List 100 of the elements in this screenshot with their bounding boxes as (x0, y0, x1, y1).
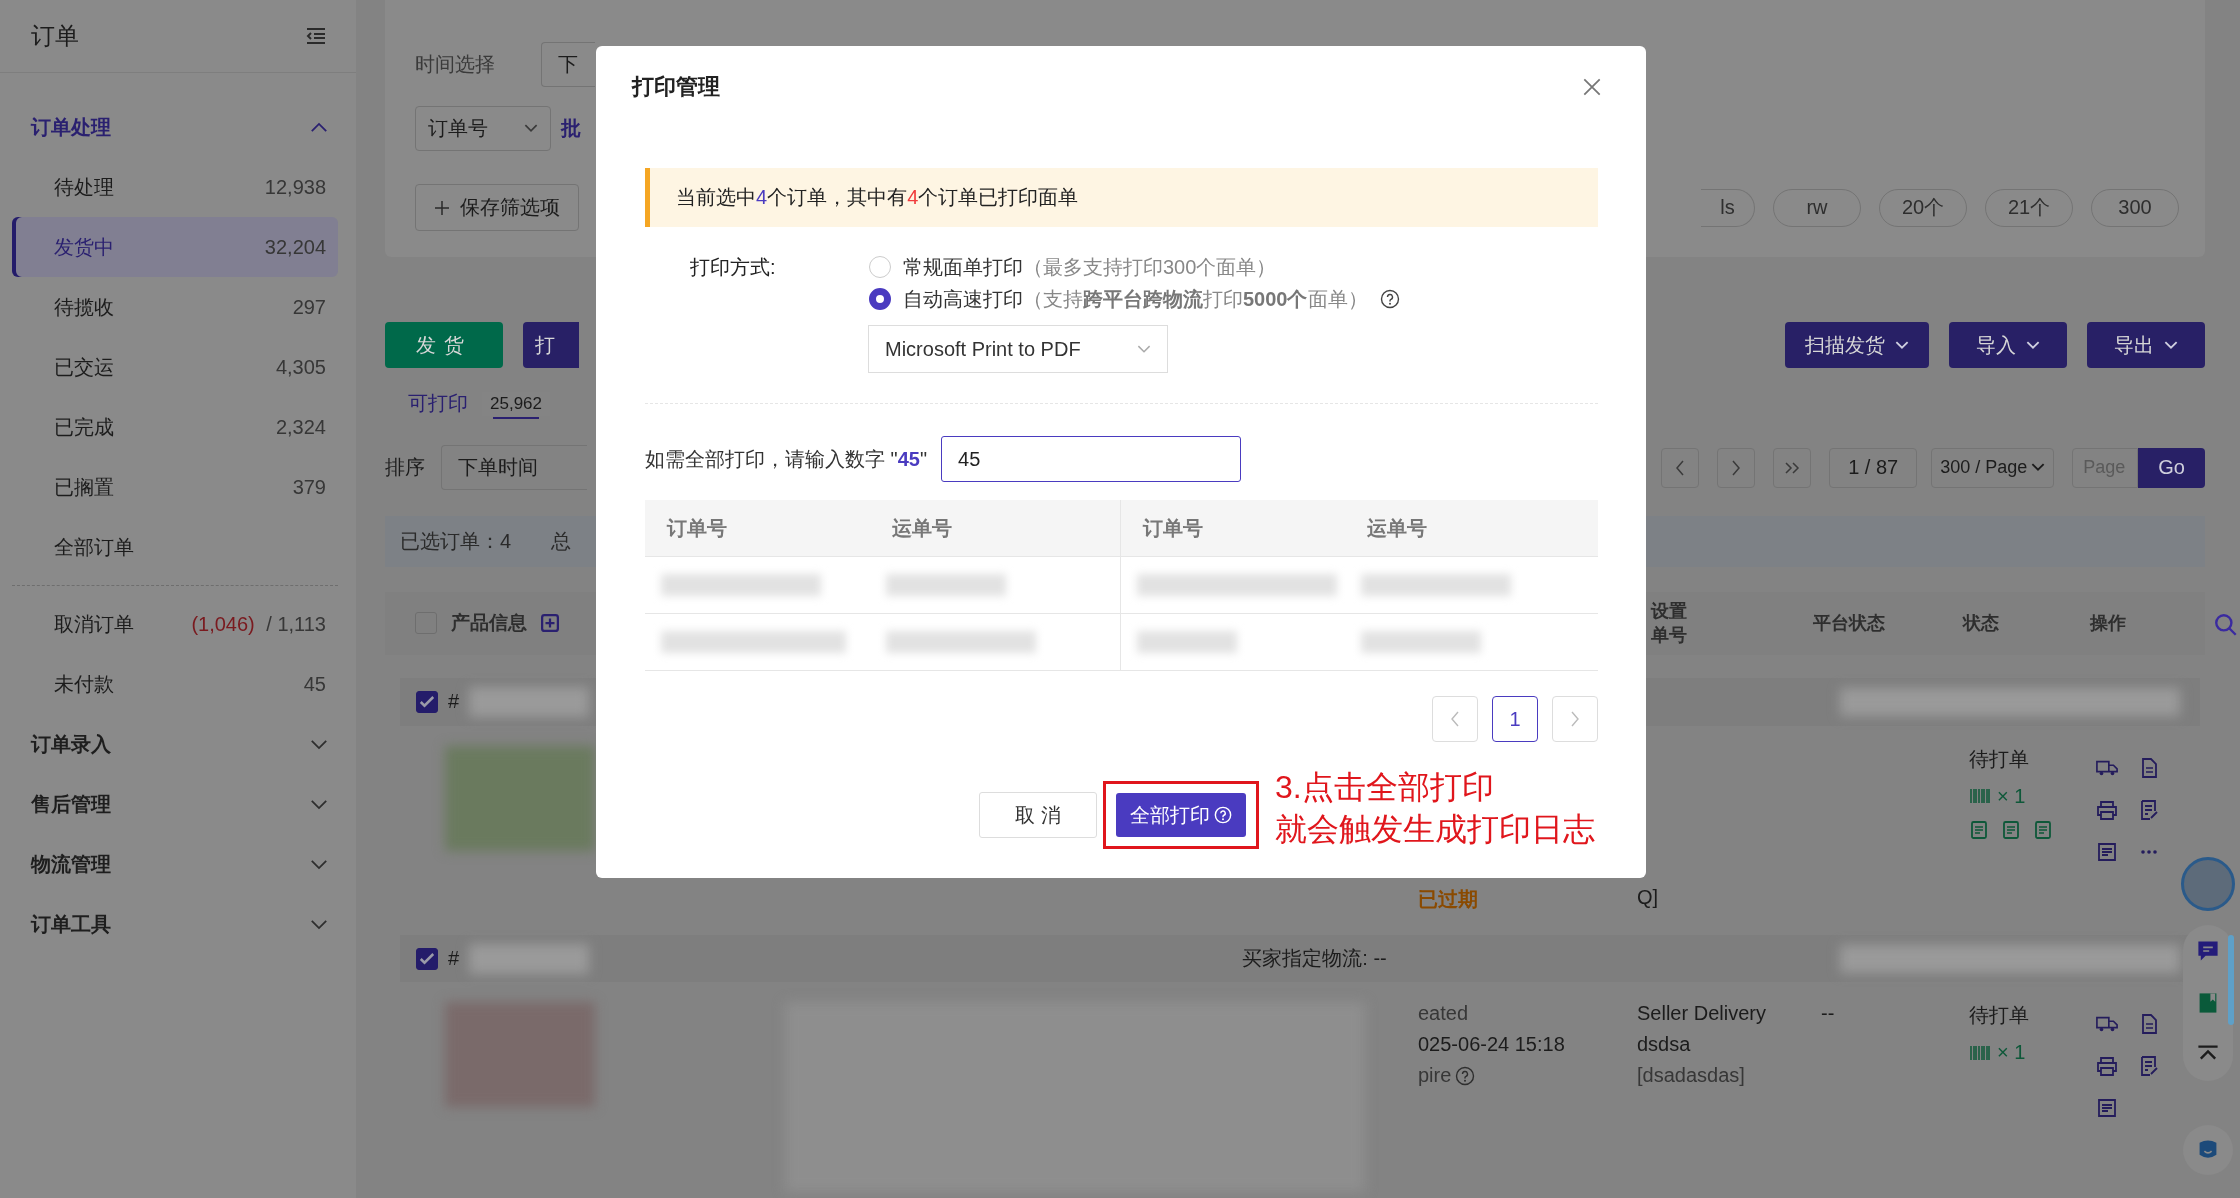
dropdown-button[interactable]: 扫描发货 (1785, 322, 1929, 369)
item-count: 12,938 (264, 175, 326, 199)
page-size-select[interactable]: 300 / Page (1931, 447, 2055, 488)
item-count: 297 (292, 295, 326, 319)
page-button[interactable]: 1 (1492, 696, 1538, 742)
help-icon (1214, 806, 1232, 824)
receipt-icon[interactable] (2096, 841, 2118, 862)
radio-label[interactable]: 常规面单打印（最多支持打印300个面单） (903, 253, 1277, 281)
field-select[interactable]: 订单号 (415, 106, 551, 151)
cancel-button[interactable]: 取 消 (979, 792, 1097, 838)
created-label: eated (1418, 1002, 1470, 1026)
add-column-icon[interactable] (541, 614, 559, 633)
item-label: 已完成 (54, 414, 114, 440)
column-header: 平台状态 (1813, 612, 1886, 636)
expire-label: pire (1418, 1064, 1452, 1088)
chevron-right-icon (1731, 459, 1742, 476)
sidebar-group[interactable]: 订单录入 (0, 714, 356, 774)
caret-icon (2031, 463, 2046, 473)
plus-icon (434, 199, 450, 216)
quantity: × 1 (1997, 784, 2026, 808)
receipt-icon[interactable] (2096, 1098, 2118, 1119)
caret-icon (2026, 340, 2040, 350)
printer-select[interactable]: Microsoft Print to PDF (868, 325, 1168, 373)
radio-label[interactable]: 自动高速打印（支持跨平台跨物流打印5000个面单） (903, 285, 1368, 313)
column-header: 订单号 (665, 515, 728, 541)
list-edit-icon[interactable] (2138, 1056, 2160, 1077)
sidebar-group[interactable]: 物流管理 (0, 834, 356, 894)
double-chevron-right-icon (1784, 459, 1801, 476)
group-label: 订单处理 (31, 114, 111, 140)
item-count: 4,305 (275, 355, 326, 379)
dropdown-button[interactable]: 导入 (1949, 322, 2067, 369)
dialog-title: 打印管理 (632, 73, 720, 101)
print-all-button[interactable]: 全部打印 (1116, 793, 1246, 837)
group-label: 售后管理 (31, 791, 111, 817)
time-select[interactable]: 下 (541, 42, 595, 87)
column-header: 操作 (2090, 612, 2127, 636)
document-icon[interactable] (2033, 819, 2053, 840)
alert-count: (1,046) (191, 612, 255, 635)
save-filter-button[interactable]: 保存筛选项 (415, 184, 579, 231)
column-header: 运单号 (1366, 515, 1428, 541)
item-label: 未付款 (54, 671, 114, 697)
checkbox[interactable] (416, 690, 438, 713)
sidebar-item[interactable]: 待处理 12,938 (12, 157, 338, 217)
column-header: 运单号 (891, 515, 953, 541)
barcode-icon (1969, 1044, 1991, 1061)
sidebar-item[interactable]: 待揽收 297 (12, 277, 338, 337)
group-label: 物流管理 (31, 851, 111, 877)
item-label: 待处理 (54, 174, 114, 200)
print-icon[interactable] (2096, 799, 2118, 820)
item-count: 45 (303, 672, 326, 695)
annotation-text: 3.点击全部打印 (1275, 768, 1495, 807)
order-status: 待打单 (1969, 746, 2030, 772)
column-header: 产品信息 (451, 611, 527, 636)
item-label: 已搁置 (54, 474, 114, 500)
sort-label: 排序 (385, 455, 425, 481)
radio-button[interactable] (869, 288, 891, 310)
checkbox[interactable] (416, 947, 438, 970)
dropdown-button[interactable]: 导出 (2087, 322, 2205, 369)
sidebar-item[interactable]: 全部订单 (12, 517, 338, 577)
selected-count: 已选订单：4 (400, 528, 512, 554)
sidebar-item[interactable]: 已交运 4,305 (12, 337, 338, 397)
sidebar-item[interactable]: 已搁置 379 (12, 457, 338, 517)
document-icon[interactable] (1969, 819, 1989, 840)
chevron-right-icon (1570, 711, 1580, 727)
delivery-text: Seller Delivery (1637, 1002, 1767, 1026)
group-label: 订单录入 (31, 731, 111, 757)
go-button[interactable]: Go (2138, 447, 2205, 488)
item-label: 取消订单 (54, 611, 134, 637)
item-label: 发货中 (54, 234, 114, 260)
delivery-text: [dsadasdas] (1637, 1064, 1746, 1088)
column-header: 订单号 (1120, 500, 1345, 556)
tab[interactable]: 可打印 (408, 382, 468, 426)
list-edit-icon[interactable] (2138, 799, 2160, 820)
print-icon[interactable] (2096, 1056, 2118, 1077)
search-icon[interactable] (2213, 611, 2239, 638)
item-label: 全部订单 (54, 534, 134, 560)
sidebar-item[interactable]: 取消订单 (1,046) / 1,113 (12, 594, 338, 654)
document-icon[interactable] (2001, 819, 2021, 840)
sort-select[interactable]: 下单时间 (441, 445, 587, 491)
cell-text: Q] (1637, 885, 1660, 909)
chat-icon[interactable] (2196, 939, 2220, 963)
sidebar-item[interactable]: 发货中 32,204 (12, 217, 338, 277)
help-icon[interactable] (1379, 289, 1400, 309)
page-indicator: 1 / 87 (1829, 447, 1918, 488)
print-button[interactable]: 打 (523, 322, 579, 369)
sidebar-group[interactable]: 订单工具 (0, 894, 356, 954)
sidebar-item[interactable]: 未付款 45 (12, 654, 338, 714)
platform-status: -- (1821, 1002, 1836, 1026)
sidebar-group[interactable]: 售后管理 (0, 774, 356, 834)
batch-link[interactable]: 批 (561, 115, 581, 142)
sidebar-group[interactable]: 订单处理 (0, 97, 356, 157)
ship-button[interactable]: 发货 (385, 322, 503, 369)
confirm-input-field[interactable]: 45 (941, 436, 1241, 482)
caret-icon (1137, 344, 1151, 354)
close-icon[interactable] (1581, 76, 1603, 98)
field-label: 打印方式: (689, 255, 777, 280)
item-count: 379 (292, 475, 326, 499)
sidebar-item[interactable]: 已完成 2,324 (12, 397, 338, 457)
caret-icon (1895, 340, 1909, 350)
item-count: 32,204 (264, 235, 326, 259)
